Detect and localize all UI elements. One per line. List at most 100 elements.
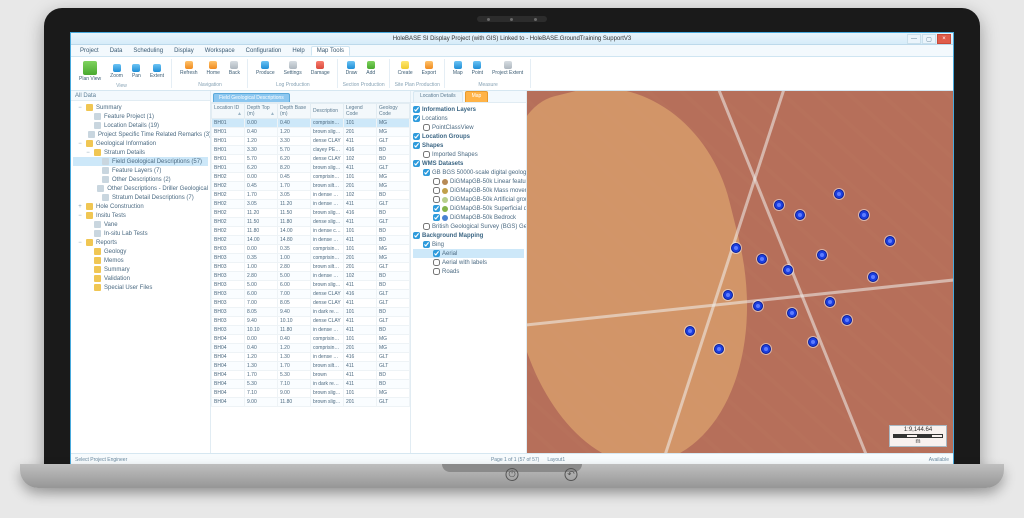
borehole-marker[interactable]: [774, 200, 784, 210]
table-row[interactable]: BH0310.1011.80in dense CLAY411BD: [212, 326, 410, 335]
layer-tree[interactable]: Information LayersLocationsPointClassVie…: [411, 103, 526, 453]
tree-node[interactable]: Vane: [73, 220, 208, 229]
project-tree[interactable]: −SummaryFeature Project (1)Location Deta…: [71, 101, 210, 453]
layer-node[interactable]: WMS Datasets: [413, 159, 524, 168]
layers-tab-map[interactable]: Map: [465, 91, 489, 102]
borehole-marker[interactable]: [723, 290, 733, 300]
layer-node[interactable]: British Geological Survey (BGS) GeoIndex: [413, 222, 524, 231]
layer-node[interactable]: Information Layers: [413, 105, 524, 114]
tree-node[interactable]: Project Specific Time Related Remarks (3…: [73, 130, 208, 139]
ribbon-damage[interactable]: Damage: [308, 60, 333, 77]
layer-checkbox[interactable]: [433, 187, 440, 194]
layer-node[interactable]: DiGMapGB-50k Linear features: [413, 177, 524, 186]
layer-node[interactable]: PointClassView: [413, 123, 524, 132]
layer-node[interactable]: Location Groups: [413, 132, 524, 141]
table-row[interactable]: BH041.301.70brown silty SAND…411GLT: [212, 362, 410, 371]
layer-checkbox[interactable]: [423, 223, 430, 230]
layer-checkbox[interactable]: [423, 241, 430, 248]
layer-node[interactable]: DiGMapGB-50k Mass movement: [413, 186, 524, 195]
pager[interactable]: Page 1 of 1 (57 of 57): [491, 457, 539, 463]
table-row[interactable]: BH047.109.00brown slightly SAND…101MG: [212, 389, 410, 398]
table-row[interactable]: BH037.008.05dense CLAY411GLT: [212, 299, 410, 308]
layer-node[interactable]: Aerial: [413, 249, 524, 258]
tree-node[interactable]: Geology: [73, 247, 208, 256]
table-row[interactable]: BH0214.0014.80in dense CLAY with…411BD: [212, 236, 410, 245]
table-row[interactable]: BH045.307.10in dark red brown…411BD: [212, 380, 410, 389]
col-header[interactable]: Geology Code: [377, 104, 410, 119]
ribbon-extent[interactable]: Extent: [147, 63, 167, 80]
ribbon-zoom[interactable]: Zoom: [107, 63, 126, 80]
tree-node[interactable]: Location Details (19): [73, 121, 208, 130]
col-header[interactable]: Depth Top (m)▲: [245, 104, 278, 119]
menu-map-tools[interactable]: Map Tools: [311, 46, 350, 56]
layer-node[interactable]: Shapes: [413, 141, 524, 150]
layer-checkbox[interactable]: [413, 115, 420, 122]
col-header[interactable]: Description: [311, 104, 344, 119]
table-row[interactable]: BH049.0011.80brown slightly sandy…201GLT: [212, 398, 410, 407]
ribbon-home[interactable]: Home: [204, 60, 223, 77]
layer-node[interactable]: DiGMapGB-50k Artificial ground: [413, 195, 524, 204]
map-view[interactable]: 1:9,144.64 m: [527, 91, 953, 453]
table-row[interactable]: BH030.351.00comprising of…201MG: [212, 254, 410, 263]
ribbon-project-extent[interactable]: Project Extent: [489, 60, 526, 77]
window-minimize[interactable]: —: [907, 34, 921, 44]
table-row[interactable]: BH041.201.30in dense CLAY416GLT: [212, 353, 410, 362]
layer-checkbox[interactable]: [423, 124, 430, 131]
borehole-marker[interactable]: [868, 272, 878, 282]
menu-project[interactable]: Project: [75, 47, 104, 55]
tree-node[interactable]: Field Geological Descriptions (57): [73, 157, 208, 166]
tree-node[interactable]: Memos: [73, 256, 208, 265]
menu-workspace[interactable]: Workspace: [200, 47, 240, 55]
ribbon-back[interactable]: Back: [226, 60, 243, 77]
tree-node[interactable]: Validation: [73, 274, 208, 283]
layer-checkbox[interactable]: [433, 196, 440, 203]
tree-node[interactable]: Other Descriptions (2): [73, 175, 208, 184]
table-row[interactable]: BH030.000.35comprising angular101MG: [212, 245, 410, 254]
tree-node[interactable]: Special User Files: [73, 283, 208, 292]
table-row[interactable]: BH031.002.80brown silty SAND with…201GLT: [212, 263, 410, 272]
window-maximize[interactable]: ▢: [922, 34, 936, 44]
ribbon-produce[interactable]: Produce: [253, 60, 278, 77]
table-row[interactable]: BH0211.8014.00in dense clay…101BD: [212, 227, 410, 236]
layer-checkbox[interactable]: [413, 160, 420, 167]
table-row[interactable]: BH0211.2011.50brown slightly SAND…416BD: [212, 209, 410, 218]
tree-node[interactable]: Feature Layers (7): [73, 166, 208, 175]
table-row[interactable]: BH010.000.40comprising angular…101MG: [212, 119, 410, 128]
tree-node[interactable]: −Summary: [73, 103, 208, 112]
layer-checkbox[interactable]: [413, 232, 420, 239]
tree-node[interactable]: −Insitu Tests: [73, 211, 208, 220]
layer-checkbox[interactable]: [433, 259, 440, 266]
layer-node[interactable]: Background Mapping: [413, 231, 524, 240]
menu-scheduling[interactable]: Scheduling: [128, 47, 168, 55]
col-header[interactable]: Location ID▲: [212, 104, 245, 119]
table-row[interactable]: BH020.451.70brown silty SAND with…201MG: [212, 182, 410, 191]
layer-checkbox[interactable]: [423, 169, 430, 176]
ribbon-add[interactable]: Add: [363, 60, 378, 77]
ribbon-draw[interactable]: Draw: [343, 60, 361, 77]
ribbon-map[interactable]: Map: [450, 60, 466, 77]
tree-node[interactable]: In-situ Lab Tests: [73, 229, 208, 238]
layer-node[interactable]: Bing: [413, 240, 524, 249]
layer-checkbox[interactable]: [433, 205, 440, 212]
borehole-marker[interactable]: [685, 326, 695, 336]
layer-node[interactable]: DiGMapGB-50k Superficial deposits: [413, 204, 524, 213]
tree-node[interactable]: Stratum Detail Descriptions (7): [73, 193, 208, 202]
layer-checkbox[interactable]: [423, 151, 430, 158]
menu-data[interactable]: Data: [105, 47, 128, 55]
layer-checkbox[interactable]: [413, 106, 420, 113]
borehole-marker[interactable]: [817, 250, 827, 260]
table-row[interactable]: BH038.059.40in dark red brown…101BD: [212, 308, 410, 317]
layer-node[interactable]: DiGMapGB-50k Bedrock: [413, 213, 524, 222]
data-grid[interactable]: Location ID▲Depth Top (m)▲Depth Base (m)…: [211, 103, 410, 407]
table-row[interactable]: BH032.805.00in dense CLAY102BD: [212, 272, 410, 281]
table-row[interactable]: BH039.4010.10dense CLAY411GLT: [212, 317, 410, 326]
tree-node[interactable]: Other Descriptions - Driller Geological: [73, 184, 208, 193]
window-close[interactable]: ×: [937, 34, 951, 44]
layer-checkbox[interactable]: [413, 133, 420, 140]
tree-node[interactable]: Feature Project (1): [73, 112, 208, 121]
borehole-marker[interactable]: [787, 308, 797, 318]
table-row[interactable]: BH010.401.20brown slightly sandy…201MG: [212, 128, 410, 137]
table-row[interactable]: BH016.208.20brown slightly SAND with…411…: [212, 164, 410, 173]
table-row[interactable]: BH041.705.30brown411BD: [212, 371, 410, 380]
menu-display[interactable]: Display: [169, 47, 199, 55]
